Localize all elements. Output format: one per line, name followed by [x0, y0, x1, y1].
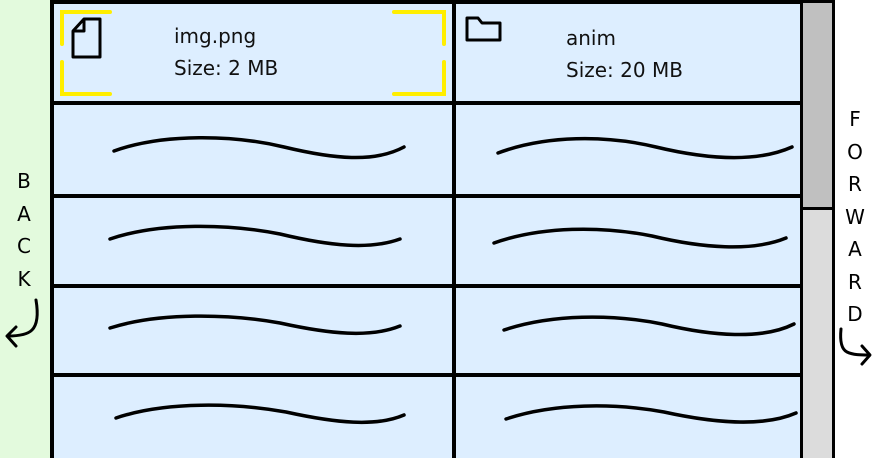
back-letter: C [17, 234, 31, 258]
forward-letter: O [847, 139, 863, 164]
file-size: Size: 20 MB [566, 58, 683, 82]
back-letter: A [17, 201, 31, 226]
placeholder-squiggle [496, 136, 794, 160]
back-label: B A C K [12, 165, 36, 295]
forward-button[interactable]: F O R W A R D [835, 0, 875, 458]
placeholder-item[interactable] [456, 288, 800, 373]
placeholder-item[interactable] [54, 377, 452, 458]
placeholder-item[interactable] [54, 288, 452, 373]
back-button[interactable]: B A C K [0, 0, 50, 458]
file-name: anim [566, 26, 616, 50]
folder-icon [465, 16, 502, 42]
forward-label: F O R W A R D [842, 103, 868, 331]
placeholder-item[interactable] [54, 105, 452, 194]
placeholder-item[interactable] [54, 198, 452, 284]
file-grid: img.png Size: 2 MB anim Size: 20 MB [50, 0, 800, 458]
vertical-scrollbar[interactable] [800, 0, 835, 458]
placeholder-squiggle [502, 315, 796, 337]
selection-highlight [60, 10, 446, 96]
placeholder-item[interactable] [456, 198, 800, 284]
back-letter: B [17, 169, 31, 193]
arrow-back-icon [5, 298, 39, 348]
placeholder-squiggle [108, 224, 402, 248]
forward-letter: R [848, 172, 862, 196]
forward-letter: A [848, 237, 862, 261]
forward-letter: F [849, 107, 861, 131]
scrollbar-thumb[interactable] [803, 3, 832, 210]
file-item-img-png[interactable]: img.png Size: 2 MB [54, 4, 452, 101]
back-letter: K [17, 266, 31, 291]
placeholder-item[interactable] [456, 377, 800, 458]
placeholder-squiggle [504, 404, 798, 424]
placeholder-item[interactable] [456, 105, 800, 194]
arrow-forward-icon [839, 327, 872, 366]
placeholder-squiggle [112, 136, 406, 160]
placeholder-squiggle [492, 227, 788, 249]
placeholder-squiggle [108, 314, 402, 336]
placeholder-squiggle [114, 403, 406, 425]
forward-letter: R [848, 269, 862, 294]
file-item-anim[interactable]: anim Size: 20 MB [456, 4, 800, 101]
forward-letter: W [845, 204, 865, 229]
